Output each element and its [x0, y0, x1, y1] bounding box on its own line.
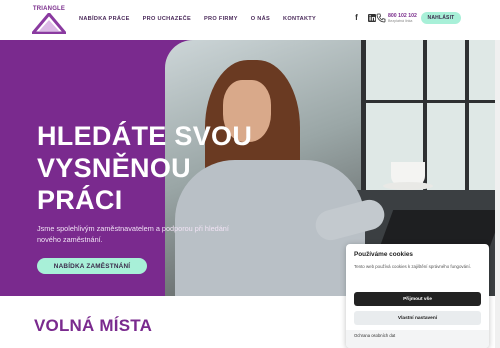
- phone-icon: [376, 13, 386, 23]
- site-header: TRIANGLE NABÍDKA PRÁCE PRO UCHAZEČE PRO …: [0, 0, 500, 40]
- page-scrollbar[interactable]: [495, 40, 500, 348]
- social-links: f: [352, 13, 376, 22]
- nav-item-candidates[interactable]: PRO UCHAZEČE: [143, 16, 191, 22]
- main-nav: NABÍDKA PRÁCE PRO UCHAZEČE PRO FIRMY O N…: [79, 16, 329, 22]
- job-offers-button[interactable]: NABÍDKA ZAMĚSTNÁNÍ: [37, 258, 147, 274]
- report-button[interactable]: NAHLÁSIT: [421, 12, 461, 24]
- cookie-consent-panel: Používáme cookies Tento web používá cook…: [346, 244, 489, 348]
- linkedin-icon[interactable]: [367, 13, 376, 22]
- nav-item-job-offers[interactable]: NABÍDKA PRÁCE: [79, 16, 130, 22]
- triangle-logo-icon: [32, 13, 66, 34]
- facebook-icon[interactable]: f: [352, 13, 361, 22]
- cookie-title: Používáme cookies: [354, 251, 413, 258]
- cookie-text: Tento web používá cookies k zajištění sp…: [354, 264, 471, 269]
- nav-item-about[interactable]: O NÁS: [251, 16, 270, 22]
- logo[interactable]: TRIANGLE: [32, 6, 66, 34]
- nav-item-companies[interactable]: PRO FIRMY: [204, 16, 238, 22]
- privacy-link[interactable]: Ochrana osobních dat: [354, 333, 395, 338]
- nav-item-contacts[interactable]: KONTAKTY: [283, 16, 316, 22]
- section-title: VOLNÁ MÍSTA: [34, 316, 153, 335]
- accept-all-button[interactable]: Přijmout vše: [354, 292, 481, 306]
- hero-title: HLEDÁTE SVOU VYSNĚNOU PRÁCI: [37, 121, 253, 215]
- hero-subtitle: Jsme spolehlivým zaměstnavatelem a podpo…: [37, 224, 229, 244]
- phone-caption: Bezplatná linka: [388, 19, 413, 23]
- custom-settings-button[interactable]: Vlastní nastavení: [354, 311, 481, 325]
- logo-text: TRIANGLE: [32, 6, 66, 12]
